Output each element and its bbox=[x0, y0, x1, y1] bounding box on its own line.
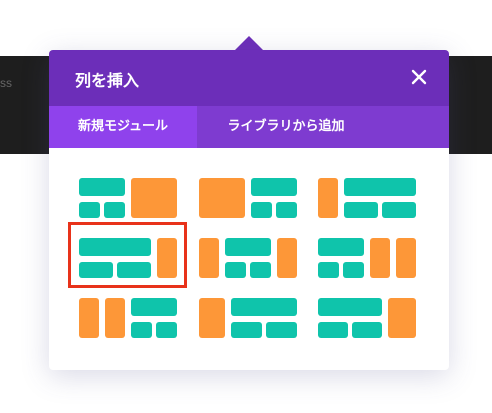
dialog-header: 列を挿入 bbox=[49, 50, 449, 106]
layout-block bbox=[225, 238, 271, 256]
layout-block bbox=[79, 178, 125, 196]
layout-block bbox=[318, 322, 348, 338]
close-icon[interactable] bbox=[409, 67, 429, 87]
layout-block bbox=[199, 178, 245, 218]
selection-highlight bbox=[68, 222, 187, 288]
layout-block bbox=[318, 298, 382, 316]
layout-block bbox=[231, 322, 262, 338]
layout-block bbox=[344, 202, 378, 218]
tab-add-from-library[interactable]: ライブラリから追加 bbox=[197, 106, 375, 148]
layout-block bbox=[318, 178, 338, 218]
tab-new-module[interactable]: 新規モジュール bbox=[49, 106, 197, 148]
layout-option-7[interactable] bbox=[79, 298, 177, 342]
layout-option-9[interactable] bbox=[318, 298, 416, 342]
layout-block bbox=[352, 322, 382, 338]
layout-block bbox=[276, 202, 297, 218]
layout-block bbox=[318, 238, 364, 256]
layout-block bbox=[199, 298, 225, 338]
layout-block bbox=[225, 262, 246, 278]
layout-block bbox=[105, 298, 125, 338]
layout-option-1[interactable] bbox=[79, 178, 177, 222]
layout-block bbox=[79, 202, 100, 218]
layout-block bbox=[344, 178, 416, 196]
layout-block bbox=[277, 238, 297, 278]
layout-block bbox=[199, 238, 219, 278]
layout-block bbox=[318, 262, 339, 278]
layout-block bbox=[79, 298, 99, 338]
layout-option-6[interactable] bbox=[318, 238, 416, 282]
layout-block bbox=[131, 298, 177, 316]
layout-block bbox=[104, 202, 125, 218]
insert-columns-dialog: 列を挿入 新規モジュール ライブラリから追加 bbox=[49, 50, 449, 370]
layout-option-2[interactable] bbox=[199, 178, 297, 222]
layout-block bbox=[388, 298, 416, 338]
layout-block bbox=[382, 202, 416, 218]
layout-block bbox=[343, 262, 364, 278]
layout-block bbox=[250, 262, 271, 278]
popup-arrow bbox=[234, 36, 264, 51]
layout-block bbox=[251, 178, 297, 196]
dialog-title: 列を挿入 bbox=[75, 71, 140, 90]
dialog-tabs: 新規モジュール ライブラリから追加 bbox=[49, 106, 449, 148]
background-partial-text: ss bbox=[0, 76, 12, 90]
layout-option-8[interactable] bbox=[199, 298, 297, 342]
layout-block bbox=[396, 238, 416, 278]
layout-option-3[interactable] bbox=[318, 178, 416, 222]
layout-block bbox=[266, 322, 297, 338]
layout-block bbox=[131, 322, 152, 338]
layout-option-5[interactable] bbox=[199, 238, 297, 282]
layout-block bbox=[370, 238, 390, 278]
layout-block bbox=[131, 178, 177, 218]
layout-block bbox=[156, 322, 177, 338]
layout-block bbox=[251, 202, 272, 218]
layout-block bbox=[231, 298, 297, 316]
